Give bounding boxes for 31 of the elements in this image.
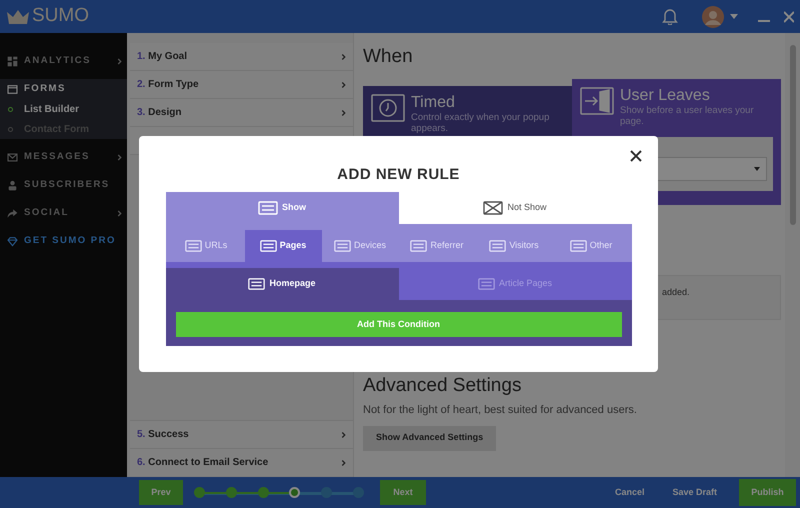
sidebar-item[interactable]: FORMS (0, 79, 127, 99)
sidebar-item[interactable]: MESSAGES (0, 147, 127, 167)
category-tab[interactable]: URLs (168, 230, 244, 262)
section-description: Not for the light of heart, best suited for advanced users. (363, 403, 638, 418)
mode-tab[interactable]: Show (166, 192, 398, 224)
category-tab[interactable]: Other (552, 230, 630, 262)
sidebar-item[interactable]: SUBSCRIBERS (0, 175, 127, 195)
sidebar-item[interactable]: ANALYTICS (0, 51, 127, 71)
sidebar-item[interactable]: SOCIAL (0, 203, 127, 223)
card-description: Show before a user leaves your page. (620, 105, 755, 127)
save-draft-button[interactable]: Save Draft (672, 486, 717, 500)
category-tab[interactable]: Referrer (398, 230, 476, 262)
add-condition-button[interactable]: Add This Condition (176, 312, 622, 338)
section-heading: Advanced Settings (363, 374, 522, 398)
category-tab[interactable]: Pages (244, 230, 322, 262)
card-description: Control exactly when your popup appears. (411, 112, 550, 134)
sidebar-item[interactable]: GET SUMO PRO (0, 231, 127, 251)
logo-text: SUMO (32, 4, 89, 28)
publish-button[interactable]: Publish (739, 479, 796, 506)
dialog-title: ADD NEW RULE (337, 166, 460, 184)
advanced-settings-button[interactable]: Show Advanced Settings (363, 426, 496, 450)
category-tab[interactable]: Visitors (476, 230, 552, 262)
card-title: Timed (411, 94, 456, 112)
cancel-button[interactable]: Cancel (614, 486, 644, 500)
category-tab[interactable]: Devices (322, 230, 398, 262)
page-tab[interactable]: Homepage (166, 268, 398, 300)
sidebar-subitem[interactable]: List Builder (0, 99, 127, 119)
card-title: User Leaves (620, 87, 711, 105)
prev-button[interactable]: Prev (139, 480, 183, 505)
section-heading: When (363, 45, 414, 69)
next-button[interactable]: Next (380, 480, 426, 505)
